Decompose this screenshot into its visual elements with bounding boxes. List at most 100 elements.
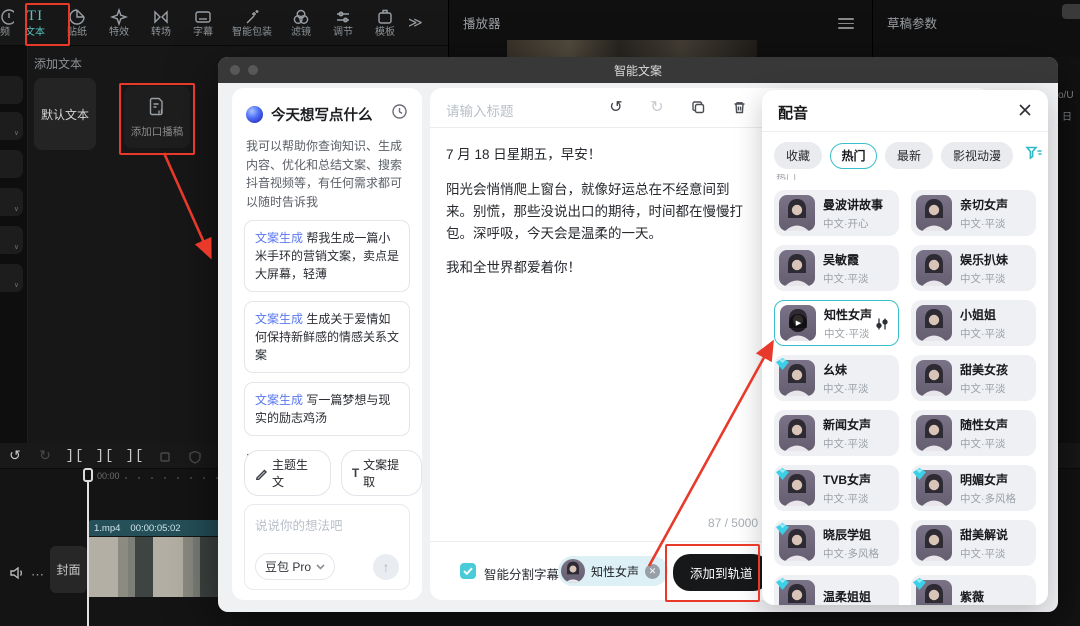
voice-name: 甜美解说 — [960, 526, 1008, 543]
send-button[interactable]: ↑ — [373, 554, 399, 580]
vip-diamond-icon — [776, 577, 789, 595]
rail-item[interactable]: ∨ — [0, 264, 23, 292]
player-menu-icon[interactable] — [838, 15, 854, 32]
prompt-input[interactable]: 说说你的想法吧 豆包 Pro ↑ — [244, 504, 410, 590]
rail-item[interactable]: ∨ — [0, 112, 23, 140]
filter-circles-icon — [292, 7, 310, 26]
voice-card[interactable]: ▶ 紫薇 — [911, 575, 1036, 605]
rail-item[interactable] — [0, 150, 23, 178]
toolbar-tab-effects[interactable]: 特效 — [98, 7, 140, 38]
toolbar-tab-template[interactable]: 模板 — [364, 7, 406, 38]
cover-button[interactable]: 封面 — [50, 546, 87, 593]
rail-item[interactable]: ∨ — [0, 188, 23, 216]
title-input[interactable]: 请输入标题 — [446, 100, 514, 120]
voice-name: 知性女声 — [824, 306, 872, 323]
voice-name: 曼波讲故事 — [823, 196, 883, 213]
filter-newest[interactable]: 最新 — [885, 142, 933, 169]
voice-name: 随性女声 — [960, 416, 1008, 433]
copy-extract-button[interactable]: T 文案提取 — [341, 450, 422, 496]
close-icon[interactable] — [1017, 102, 1035, 120]
toolbar-tab-transition[interactable]: 转场 — [140, 7, 182, 38]
toolbar-tab-label: 调节 — [333, 28, 353, 38]
voice-card[interactable]: ▶ 亲切女声 中文·平淡 — [911, 190, 1036, 236]
draft-path-partial: o/U — [1058, 90, 1074, 101]
split-left-icon[interactable]: ][ — [90, 448, 120, 464]
split-icon[interactable]: ][ — [60, 448, 90, 464]
rail-item[interactable] — [0, 76, 23, 104]
mask-icon[interactable] — [180, 447, 210, 463]
toolbar-tab-smart-package[interactable]: 智能包装 — [224, 7, 280, 38]
voice-avatar: ▶ — [780, 305, 816, 341]
voice-card[interactable]: ▶ 吴敏霞 中文·平淡 — [774, 245, 899, 291]
track-mute-icon[interactable] — [9, 565, 25, 586]
redo-icon[interactable]: ↻ — [649, 98, 665, 116]
suggestion-card[interactable]: 文案生成 写一篇梦想与现实的励志鸡汤 — [244, 382, 410, 436]
undo-icon[interactable]: ↺ — [608, 98, 624, 116]
split-caption-checkbox[interactable] — [460, 563, 476, 579]
toolbar-more-button[interactable]: ≫ — [408, 14, 423, 31]
playhead-handle[interactable] — [83, 468, 93, 482]
copy-text-area[interactable]: 7 月 18 日星期五，早安！ 阳光会悄悄爬上窗台，就像好运总在不经意间到来。别… — [446, 144, 748, 279]
voice-settings-icon[interactable] — [875, 317, 889, 336]
voice-card[interactable]: ▶ 随性女声 中文·平淡 — [911, 410, 1036, 456]
suggestion-card[interactable]: 文案生成 生成关于爱情如何保持新鲜感的情感关系文案 — [244, 301, 410, 373]
selected-voice-chip[interactable]: 知性女声 ✕ — [558, 556, 668, 586]
track-more-icon[interactable]: ⋯ — [31, 567, 44, 583]
rail-item[interactable]: ∨ — [0, 226, 23, 254]
copy-paragraph: 我和全世界都爱着你！ — [446, 257, 748, 279]
theme-to-text-label: 主题生文 — [272, 456, 320, 490]
default-text-card[interactable]: 默认文本 — [34, 78, 96, 150]
player-video-partial — [507, 40, 757, 57]
voice-desc: 中文·平淡 — [960, 326, 1006, 341]
copy-paragraph: 阳光会悄悄爬上窗台，就像好运总在不经意间到来。别慌，那些没说出口的期待，时间都在… — [446, 179, 748, 245]
toolbar-tab-captions[interactable]: 字幕 — [182, 7, 224, 38]
voice-card[interactable]: ▶ 新闻女声 中文·平淡 — [774, 410, 899, 456]
history-clock-icon[interactable] — [391, 103, 408, 125]
voice-card[interactable]: ▶ 知性女声 中文·平淡 — [774, 300, 899, 346]
suggestion-tag: 文案生成 — [255, 312, 303, 326]
filter-film-anime[interactable]: 影视动漫 — [941, 142, 1013, 169]
category-rail: ∨ ∨ ∨ ∨ — [0, 46, 28, 443]
redo-icon[interactable]: ↻ — [30, 447, 60, 464]
play-icon[interactable]: ▶ — [789, 314, 807, 332]
voice-card[interactable]: ▶ 曼波讲故事 中文·开心 — [774, 190, 899, 236]
window-dot[interactable] — [230, 65, 240, 75]
ruler-timestamp: 00:00 — [97, 471, 120, 481]
crop-icon[interactable] — [150, 447, 180, 463]
remove-voice-icon[interactable]: ✕ — [645, 564, 660, 579]
video-clip[interactable]: 1.mp4 00:00:05:02 — [88, 520, 218, 626]
voice-card[interactable]: ▶ 温柔姐姐 — [774, 575, 899, 605]
voice-card[interactable]: ▶ 幺妹 中文·平淡 — [774, 355, 899, 401]
voice-card[interactable]: ▶ 小姐姐 中文·平淡 — [911, 300, 1036, 346]
voice-card[interactable]: ▶ 娱乐扒妹 中文·平淡 — [911, 245, 1036, 291]
toolbar-tab-label: 频 — [0, 28, 10, 38]
toolbar-tab-audio-partial[interactable]: 频 — [0, 7, 14, 38]
filter-hot[interactable]: 热门 — [830, 143, 877, 169]
window-dot[interactable] — [248, 65, 258, 75]
annotation-box-add-script — [119, 83, 195, 155]
voice-card[interactable]: ▶ 甜美女孩 中文·平淡 — [911, 355, 1036, 401]
voice-desc: 中文·平淡 — [960, 216, 1008, 231]
toolbar-tab-adjust[interactable]: 调节 — [322, 7, 364, 38]
copy-icon[interactable] — [690, 98, 706, 116]
voice-card[interactable]: ▶ 甜美解说 中文·平淡 — [911, 520, 1036, 566]
vip-diamond-icon — [776, 522, 789, 540]
draft-params-title: 草稿参数 — [887, 13, 937, 32]
model-selector[interactable]: 豆包 Pro — [255, 553, 335, 580]
voice-card[interactable]: ▶ TVB女声 中文·平淡 — [774, 465, 899, 511]
theme-to-text-button[interactable]: 主题生文 — [244, 450, 331, 496]
undo-icon[interactable]: ↺ — [0, 447, 30, 464]
filter-funnel-icon[interactable] — [1025, 145, 1043, 166]
voice-name: 小姐姐 — [960, 306, 1006, 323]
filter-favorites[interactable]: 收藏 — [774, 142, 822, 169]
voice-card[interactable]: ▶ 明媚女声 中文·多风格 — [911, 465, 1036, 511]
split-right-icon[interactable]: ][ — [120, 448, 150, 464]
player-panel-title: 播放器 — [463, 13, 501, 32]
trash-icon[interactable] — [731, 98, 747, 116]
suggestion-card[interactable]: 文案生成 帮我生成一篇小米手环的营销文案，卖点是大屏幕，轻薄 — [244, 220, 410, 292]
toolbar-tab-filters[interactable]: 滤镜 — [280, 7, 322, 38]
prompt-placeholder: 说说你的想法吧 — [255, 515, 399, 534]
playhead-line — [87, 481, 89, 626]
voice-card[interactable]: ▶ 晓辰学姐 中文·多风格 — [774, 520, 899, 566]
dubbing-filters: 收藏 热门 最新 影视动漫 — [774, 142, 1048, 169]
